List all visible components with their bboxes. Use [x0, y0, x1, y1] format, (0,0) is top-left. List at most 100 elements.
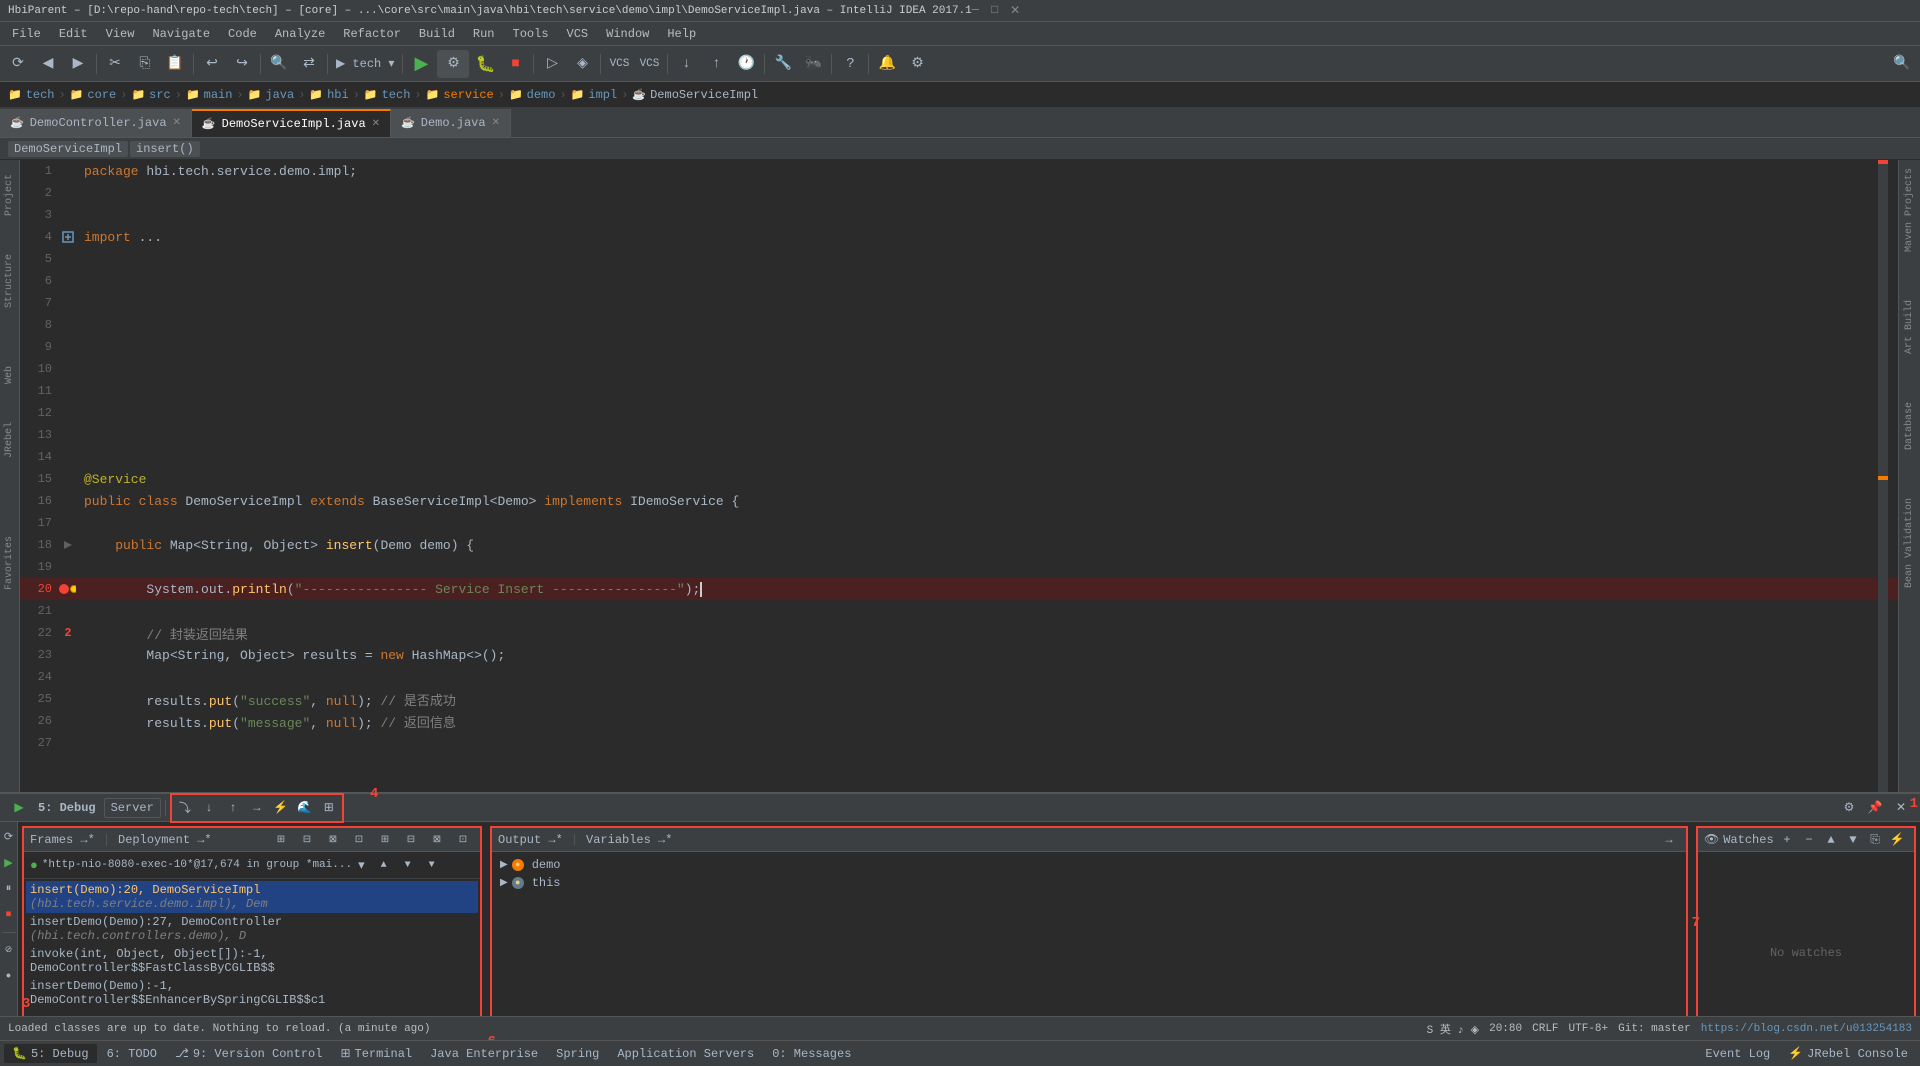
- toolbar-btn-cut[interactable]: ✂: [101, 50, 129, 78]
- var-item-demo[interactable]: ▶ ● demo: [496, 856, 1682, 874]
- side-tab-maven[interactable]: Maven Projects: [1902, 160, 1917, 260]
- bc-main[interactable]: main: [204, 88, 233, 102]
- toolbar-btn-update[interactable]: ↓: [672, 50, 700, 78]
- debug-btn-settings[interactable]: ⚙: [1838, 797, 1860, 819]
- editor[interactable]: 1 package hbi.tech.service.demo.impl; 2 …: [20, 160, 1898, 792]
- menu-run[interactable]: Run: [465, 25, 503, 43]
- frame-item-1[interactable]: insert(Demo):20, DemoServiceImpl (hbi.te…: [26, 881, 478, 913]
- bc-tech[interactable]: tech: [26, 88, 55, 102]
- toolbar-btn-vcs1[interactable]: VCS: [605, 50, 633, 78]
- tab-close-3[interactable]: ✕: [492, 117, 500, 129]
- side-tab-web[interactable]: Web: [2, 358, 17, 392]
- debug-btn-frames[interactable]: ⊞: [318, 797, 340, 819]
- output-btn-close[interactable]: →: [1658, 829, 1680, 851]
- bc-src[interactable]: src: [149, 88, 171, 102]
- bottom-tab-eventlog[interactable]: Event Log: [1697, 1045, 1778, 1063]
- toolbar-btn-replace[interactable]: ⇄: [295, 50, 323, 78]
- menu-window[interactable]: Window: [598, 25, 657, 43]
- tab-close-2[interactable]: ✕: [372, 118, 380, 130]
- bottom-tab-javaee[interactable]: Java Enterprise: [422, 1045, 546, 1063]
- toolbar-btn-paste[interactable]: 📋: [161, 50, 189, 78]
- debug-btn-pin[interactable]: 📌: [1864, 797, 1886, 819]
- bottom-tab-spring[interactable]: Spring: [548, 1045, 607, 1063]
- frames-btn-3[interactable]: ⊠: [322, 829, 344, 851]
- toolbar-btn-ant[interactable]: 🐜: [799, 50, 827, 78]
- debug-btn-runtocrsr[interactable]: →: [246, 797, 268, 819]
- menu-tools[interactable]: Tools: [505, 25, 557, 43]
- menu-file[interactable]: File: [4, 25, 49, 43]
- code-bc-method[interactable]: insert(): [130, 141, 200, 157]
- debug-btn-stepout[interactable]: ↑: [222, 797, 244, 819]
- config-selector[interactable]: ▶ tech ▾: [332, 56, 398, 71]
- tab-close-1[interactable]: ✕: [173, 117, 181, 129]
- frame-item-4[interactable]: insertDemo(Demo):-1, DemoController$$Enh…: [26, 977, 478, 1009]
- menu-help[interactable]: Help: [659, 25, 704, 43]
- frame-item-2[interactable]: insertDemo(Demo):27, DemoController (hbi…: [26, 913, 478, 945]
- thread-btn-filter[interactable]: ▼: [421, 854, 443, 876]
- bc-impl[interactable]: impl: [588, 88, 617, 102]
- bc-demo[interactable]: demo: [527, 88, 556, 102]
- toolbar-btn-redo[interactable]: ↪: [228, 50, 256, 78]
- code-bc-class[interactable]: DemoServiceImpl: [8, 141, 128, 157]
- toolbar-btn-search[interactable]: 🔍: [265, 50, 293, 78]
- menu-build[interactable]: Build: [411, 25, 463, 43]
- bottom-tab-vcs[interactable]: ⎇ 9: Version Control: [167, 1044, 330, 1063]
- toolbar-btn-copy[interactable]: ⎘: [131, 50, 159, 78]
- toolbar-btn-undo[interactable]: ↩: [198, 50, 226, 78]
- debug-btn-restart[interactable]: ⟳: [0, 826, 20, 848]
- menu-analyze[interactable]: Analyze: [267, 25, 333, 43]
- bottom-tab-todo[interactable]: 6: TODO: [99, 1045, 165, 1063]
- frames-btn-8[interactable]: ⊡: [452, 829, 474, 851]
- frames-btn-2[interactable]: ⊟: [296, 829, 318, 851]
- status-line-col[interactable]: 20:80: [1489, 1023, 1522, 1035]
- debug-server-btn[interactable]: Server: [104, 798, 161, 818]
- bottom-tab-terminal[interactable]: ⊞ Terminal: [332, 1044, 420, 1063]
- bottom-tab-appservers[interactable]: Application Servers: [609, 1045, 762, 1063]
- watches-btn-down[interactable]: ▼: [1842, 829, 1864, 851]
- debug-btn-resume2[interactable]: ▶: [0, 852, 20, 874]
- menu-refactor[interactable]: Refactor: [335, 25, 409, 43]
- status-charset[interactable]: UTF-8+: [1569, 1023, 1609, 1035]
- tab-democontroller[interactable]: ☕ DemoController.java ✕: [0, 109, 192, 137]
- frames-btn-1[interactable]: ⊞: [270, 829, 292, 851]
- toolbar-btn-1[interactable]: ⟳: [4, 50, 32, 78]
- status-git[interactable]: Git: master: [1618, 1023, 1691, 1035]
- side-tab-database[interactable]: Database: [1902, 394, 1917, 458]
- watches-btn-copy[interactable]: ⎘: [1864, 829, 1886, 851]
- toolbar-btn-2[interactable]: ◀: [34, 50, 62, 78]
- debug-btn-stepinto[interactable]: ↓: [198, 797, 220, 819]
- watches-btn-eval[interactable]: ⚡: [1886, 829, 1908, 851]
- toolbar-debug-btn[interactable]: 🐛: [471, 50, 499, 78]
- watches-btn-minus[interactable]: −: [1798, 829, 1820, 851]
- debug-btn-stepover[interactable]: ⤵: [174, 797, 196, 819]
- menu-navigate[interactable]: Navigate: [144, 25, 218, 43]
- toolbar-btn-vcs2[interactable]: VCS: [635, 50, 663, 78]
- menu-vcs[interactable]: VCS: [559, 25, 597, 43]
- bc-core[interactable]: core: [87, 88, 116, 102]
- bc-demoserviceimpl[interactable]: DemoServiceImpl: [650, 88, 758, 102]
- menu-view[interactable]: View: [98, 25, 143, 43]
- bottom-tab-messages[interactable]: 0: Messages: [764, 1045, 859, 1063]
- tab-demoserviceimpl[interactable]: ☕ DemoServiceImpl.java ✕: [192, 109, 391, 137]
- frames-btn-7[interactable]: ⊠: [426, 829, 448, 851]
- bottom-tab-jrebel[interactable]: ⚡ JRebel Console: [1780, 1044, 1916, 1063]
- toolbar-btn-3[interactable]: ▶: [64, 50, 92, 78]
- toolbar-run-btn[interactable]: ▶: [407, 50, 435, 78]
- frames-btn-4[interactable]: ⊡: [348, 829, 370, 851]
- status-crlf[interactable]: CRLF: [1532, 1023, 1558, 1035]
- expand-icon-4[interactable]: [62, 231, 74, 243]
- toolbar-btn-profile[interactable]: ◈: [568, 50, 596, 78]
- thread-dropdown[interactable]: ▾: [358, 858, 365, 873]
- toolbar-btn-help[interactable]: ?: [836, 50, 864, 78]
- frames-btn-6[interactable]: ⊟: [400, 829, 422, 851]
- toolbar-btn-notifications[interactable]: 🔔: [873, 50, 901, 78]
- toolbar-btn-extra[interactable]: ⚙: [903, 50, 931, 78]
- menu-code[interactable]: Code: [220, 25, 265, 43]
- bc-tech2[interactable]: tech: [382, 88, 411, 102]
- debug-btn-mute-bp[interactable]: ⊘: [0, 939, 20, 961]
- toolbar-stop-btn[interactable]: ⏹: [501, 50, 529, 78]
- toolbar-btn-history[interactable]: 🕐: [732, 50, 760, 78]
- var-item-this[interactable]: ▶ ● this: [496, 874, 1682, 892]
- side-tab-project[interactable]: Project: [2, 166, 17, 224]
- frame-item-3[interactable]: invoke(int, Object, Object[]):-1, DemoCo…: [26, 945, 478, 977]
